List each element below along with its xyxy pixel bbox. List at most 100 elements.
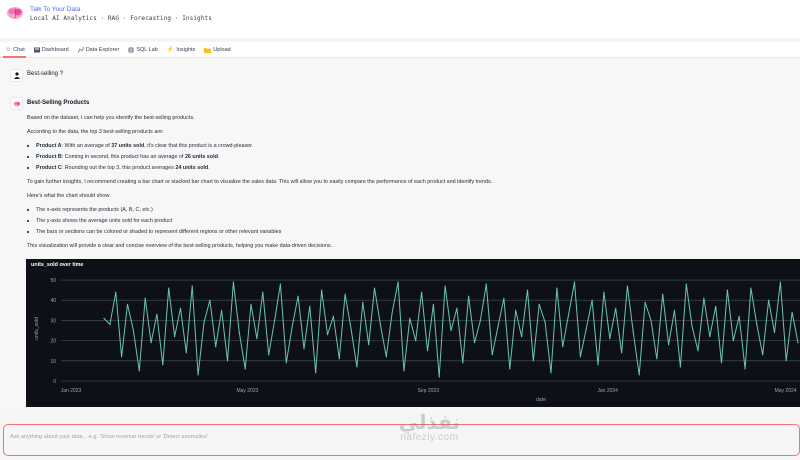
data-point <box>697 350 699 352</box>
data-point <box>644 301 646 303</box>
x-tick-label: May 2024 <box>775 388 797 394</box>
data-point <box>274 319 276 321</box>
data-point <box>238 331 240 334</box>
data-point <box>362 301 364 303</box>
data-point <box>421 291 423 293</box>
data-point <box>344 293 346 295</box>
data-point <box>391 311 393 313</box>
data-point <box>785 360 787 362</box>
data-point <box>668 344 670 346</box>
data-point <box>744 368 746 370</box>
data-point <box>673 309 676 311</box>
data-point <box>626 285 629 287</box>
brain-icon <box>7 7 23 19</box>
database-icon <box>128 47 134 52</box>
data-point <box>738 315 740 317</box>
list-item: Product C: Rounding out the top 3, this … <box>27 165 787 172</box>
data-point <box>538 303 540 305</box>
data-point <box>297 295 299 297</box>
x-tick-label: Jan 2023 <box>61 388 82 394</box>
data-point <box>797 342 799 344</box>
y-axis-label: units_sold <box>34 317 40 340</box>
data-point <box>491 354 493 356</box>
data-point <box>350 327 352 330</box>
data-point <box>291 325 293 328</box>
data-point <box>473 342 476 344</box>
list-item: Product B: Coming in second, this produc… <box>27 154 787 161</box>
data-point <box>221 309 223 311</box>
answer-paragraph: To gain further insights, I recommend cr… <box>27 178 493 185</box>
chat-input-box[interactable] <box>3 424 800 458</box>
chat-area: Best-selling ? Best-Selling Products Bas… <box>0 59 800 414</box>
data-point <box>168 287 170 289</box>
answer-paragraph: This visualization will provide a clear … <box>27 242 333 249</box>
data-point <box>550 372 552 374</box>
data-point <box>568 313 570 315</box>
data-point <box>373 287 376 289</box>
data-point <box>779 281 782 283</box>
tab-chat[interactable]: ☺ Chat <box>0 42 29 58</box>
data-point <box>332 315 334 317</box>
data-point <box>185 352 187 354</box>
data-point <box>497 325 499 328</box>
data-point <box>150 342 152 344</box>
data-point <box>556 287 558 289</box>
data-point <box>403 370 405 372</box>
data-point <box>615 307 617 309</box>
y-tick-label: 10 <box>50 359 56 365</box>
data-point <box>262 291 264 293</box>
data-point <box>485 283 487 285</box>
tab-upload[interactable]: Upload <box>199 42 234 57</box>
y-tick-label: 0 <box>53 379 56 385</box>
data-point <box>321 289 323 291</box>
product-text: . <box>217 153 220 160</box>
chat-icon: ☺ <box>5 46 12 53</box>
data-point <box>244 368 246 370</box>
data-point <box>573 281 576 283</box>
data-point <box>715 305 717 307</box>
data-point <box>179 307 182 309</box>
data-point <box>462 362 464 364</box>
y-tick-label: 40 <box>50 298 56 304</box>
data-point <box>509 368 511 370</box>
data-point <box>115 291 117 293</box>
data-point <box>126 303 129 305</box>
folder-icon <box>204 47 212 53</box>
data-point <box>750 287 752 289</box>
explorer-icon <box>77 46 84 53</box>
data-point <box>138 370 140 372</box>
tab-insights[interactable]: ⚡ Insights <box>162 42 199 57</box>
data-point <box>315 372 317 374</box>
x-tick-label: Sep 2023 <box>418 388 440 394</box>
units-sold-chart[interactable]: units_sold over time 0 10 20 30 40 50 units_so… <box>26 259 800 407</box>
chart-spec-list: The x-axis represents the products (A, B… <box>27 207 787 236</box>
data-point <box>103 317 105 319</box>
data-point <box>226 360 229 362</box>
app-title: Talk To Your Data <box>30 6 81 13</box>
data-point <box>256 338 258 340</box>
data-point <box>232 281 234 283</box>
data-point <box>656 358 658 360</box>
tab-data-explorer[interactable]: Data Explorer <box>73 42 124 57</box>
data-point <box>144 297 146 299</box>
data-point <box>385 356 387 358</box>
data-point <box>250 303 252 305</box>
data-point <box>609 338 611 340</box>
list-item: Product A: With an average of 37 units s… <box>27 143 787 150</box>
data-point <box>691 325 693 328</box>
data-point <box>397 281 399 283</box>
tab-dashboard[interactable]: Dashboard <box>29 42 73 57</box>
data-point <box>468 295 470 297</box>
data-point <box>162 364 164 366</box>
tab-bar: ☺ Chat Dashboard Data Explorer SQL Lab ⚡… <box>0 42 800 58</box>
chart-plot[interactable]: 0 10 20 30 40 50 units_sold Jan 2023 May 2023 Sep… <box>26 259 800 407</box>
user-avatar <box>10 69 23 82</box>
chat-input[interactable] <box>4 428 799 458</box>
data-point <box>579 356 582 358</box>
tab-sql-lab[interactable]: SQL Lab <box>123 42 162 57</box>
list-item: The x-axis represents the products (A, B… <box>27 207 787 214</box>
y-tick-label: 30 <box>50 318 56 324</box>
data-point <box>409 317 411 319</box>
data-point <box>503 297 505 299</box>
product-text: : With an average of <box>61 142 112 149</box>
